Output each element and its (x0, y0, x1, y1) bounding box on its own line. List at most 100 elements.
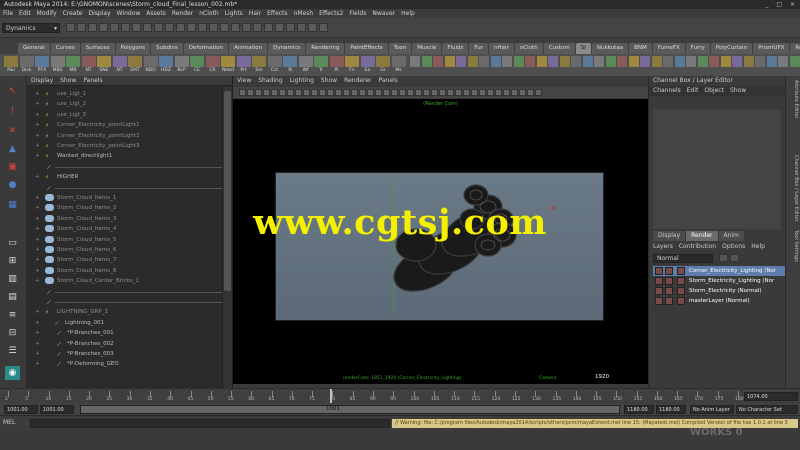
menu-edit[interactable]: Edit (19, 9, 31, 18)
menu-effects2[interactable]: Effects2 (319, 9, 343, 18)
expand-icon[interactable]: + (35, 172, 40, 182)
outliner-menu-panels[interactable]: Panels (83, 77, 102, 84)
menu-lights[interactable]: Lights (225, 9, 243, 18)
expand-icon[interactable]: + (35, 203, 40, 213)
lasso-tool-icon[interactable]: ⌇ (5, 104, 20, 118)
outliner-row[interactable]: + ⟋ *P-Deforming_GEO (27, 359, 223, 369)
viewport-tool-icon[interactable] (519, 89, 526, 96)
shelf-tab-polycurtain[interactable]: PolyCurtain (710, 43, 753, 54)
menu-file[interactable]: File (3, 9, 13, 18)
layer-visibility-toggle[interactable] (655, 287, 663, 295)
expand-icon[interactable]: + (35, 339, 40, 349)
menu-window[interactable]: Window (117, 9, 141, 18)
last-tool-icon[interactable]: ▦ (5, 198, 20, 212)
shelf-icon[interactable] (502, 56, 512, 67)
right-tab-2[interactable]: Tool Settings (788, 230, 799, 262)
layer-menu-help[interactable]: Help (751, 243, 765, 250)
outliner-row[interactable]: + ⚡ use_Ligt_2 (27, 99, 223, 109)
anim-layer-select[interactable]: No Anim Layer (690, 405, 734, 414)
outliner-row[interactable]: + ⚡ use_Ligt_1 (27, 89, 223, 99)
expand-icon[interactable]: + (35, 131, 40, 141)
outliner-menu-display[interactable]: Display (31, 77, 53, 84)
viewport-tool-icon[interactable] (367, 89, 374, 96)
shelf-icon[interactable] (174, 56, 189, 67)
shelf-icon[interactable] (536, 56, 547, 67)
shelf-icon[interactable] (252, 56, 266, 67)
layer-menu-contribution[interactable]: Contribution (679, 243, 716, 250)
shelf-icon[interactable] (329, 56, 344, 67)
shelf-icon[interactable] (391, 56, 406, 67)
status-icon[interactable] (66, 23, 75, 32)
viewport-tool-icon[interactable] (503, 89, 510, 96)
menu-effects[interactable]: Effects (267, 9, 287, 18)
menu-set-selector[interactable]: Dynamics (2, 23, 60, 33)
move-tool-icon[interactable]: ✕ (5, 124, 20, 138)
new-layer-selected-icon[interactable] (730, 254, 739, 262)
shelf-tab-painteffects[interactable]: PaintEffects (345, 43, 388, 54)
shelf-icon[interactable] (766, 56, 777, 67)
status-icon[interactable] (308, 23, 317, 32)
layer-visibility-toggle[interactable] (655, 297, 663, 305)
viewport-tool-icon[interactable] (263, 89, 270, 96)
viewport-tool-icon[interactable] (391, 89, 398, 96)
channel-menu-channels[interactable]: Channels (653, 87, 681, 94)
expand-icon[interactable]: + (35, 193, 40, 203)
viewport-tool-icon[interactable] (487, 89, 494, 96)
status-icon[interactable] (143, 23, 152, 32)
layer-mode-select[interactable]: Normal (653, 254, 713, 263)
user-avatar-icon[interactable]: ◉ (5, 366, 20, 380)
viewport-tool-icon[interactable] (535, 89, 542, 96)
four-layout-icon[interactable]: ⊞ (5, 254, 20, 268)
viewport-tool-icon[interactable] (327, 89, 334, 96)
status-icon[interactable] (187, 23, 196, 32)
shelf-icon[interactable] (697, 56, 708, 67)
shelf-icon[interactable] (640, 56, 650, 67)
viewport-menu-lighting[interactable]: Lighting (290, 77, 314, 84)
menu-help[interactable]: Help (401, 9, 415, 18)
render-layer-row[interactable]: Storm_Electricity (Normal) (653, 286, 786, 296)
outliner-row[interactable]: + ⚡ Corner_Electricity_pointLight2 (27, 131, 223, 141)
shelf-icon[interactable] (97, 56, 111, 67)
layer-tab-render[interactable]: Render (686, 231, 718, 241)
single-layout-icon[interactable]: ▭ (5, 236, 20, 250)
menu-fields[interactable]: Fields (349, 9, 366, 18)
viewport-tool-icon[interactable] (407, 89, 414, 96)
shelf-icon[interactable] (594, 56, 604, 67)
outliner-row[interactable]: + Storm_Cloud_Items_8 (27, 266, 223, 276)
status-icon[interactable] (209, 23, 218, 32)
layer-menu-options[interactable]: Options (722, 243, 745, 250)
layer-playback-toggle[interactable] (665, 297, 673, 305)
outliner-row[interactable]: + Storm_Cloud_Items_4 (27, 224, 223, 234)
shelf-tab-deformation[interactable]: Deformation (183, 43, 229, 54)
status-icon[interactable] (253, 23, 262, 32)
status-icon[interactable] (121, 23, 130, 32)
viewport-menu-panels[interactable]: Panels (378, 77, 397, 84)
outliner-row[interactable]: ⟋ (27, 287, 223, 297)
rotate-tool-icon[interactable]: ▲ (5, 142, 20, 156)
shelf-tab-custom[interactable]: Custom (543, 43, 575, 54)
viewport-tool-icon[interactable] (439, 89, 446, 96)
expand-icon[interactable]: + (35, 276, 40, 286)
outliner-row[interactable]: + ⚡ LIGHTNING_GRP_1 (27, 307, 223, 317)
shelf-icon[interactable] (50, 56, 65, 67)
status-icon[interactable] (198, 23, 207, 32)
viewport-tool-icon[interactable] (431, 89, 438, 96)
scroll-thumb[interactable] (224, 91, 231, 291)
shelf-icon[interactable] (360, 56, 375, 67)
shelf-icon[interactable] (236, 56, 251, 67)
status-icon[interactable] (319, 23, 328, 32)
viewport-tool-icon[interactable] (319, 89, 326, 96)
viewport-menu-renderer[interactable]: Renderer (344, 77, 371, 84)
channel-menu-object[interactable]: Object (704, 87, 724, 94)
expand-icon[interactable]: + (35, 349, 40, 359)
viewport-tool-icon[interactable] (335, 89, 342, 96)
status-icon[interactable] (286, 23, 295, 32)
layer-render-toggle[interactable] (677, 277, 685, 285)
viewport-tool-icon[interactable] (479, 89, 486, 96)
layer-playback-toggle[interactable] (665, 287, 673, 295)
outliner-row[interactable]: + ⚡ Corner_Electricity_pointLight1 (27, 120, 223, 130)
command-input[interactable] (30, 419, 390, 428)
viewport-tool-icon[interactable] (255, 89, 262, 96)
shelf-tab-fluids[interactable]: Fluids (442, 43, 469, 54)
shelf-icon[interactable] (283, 56, 297, 67)
